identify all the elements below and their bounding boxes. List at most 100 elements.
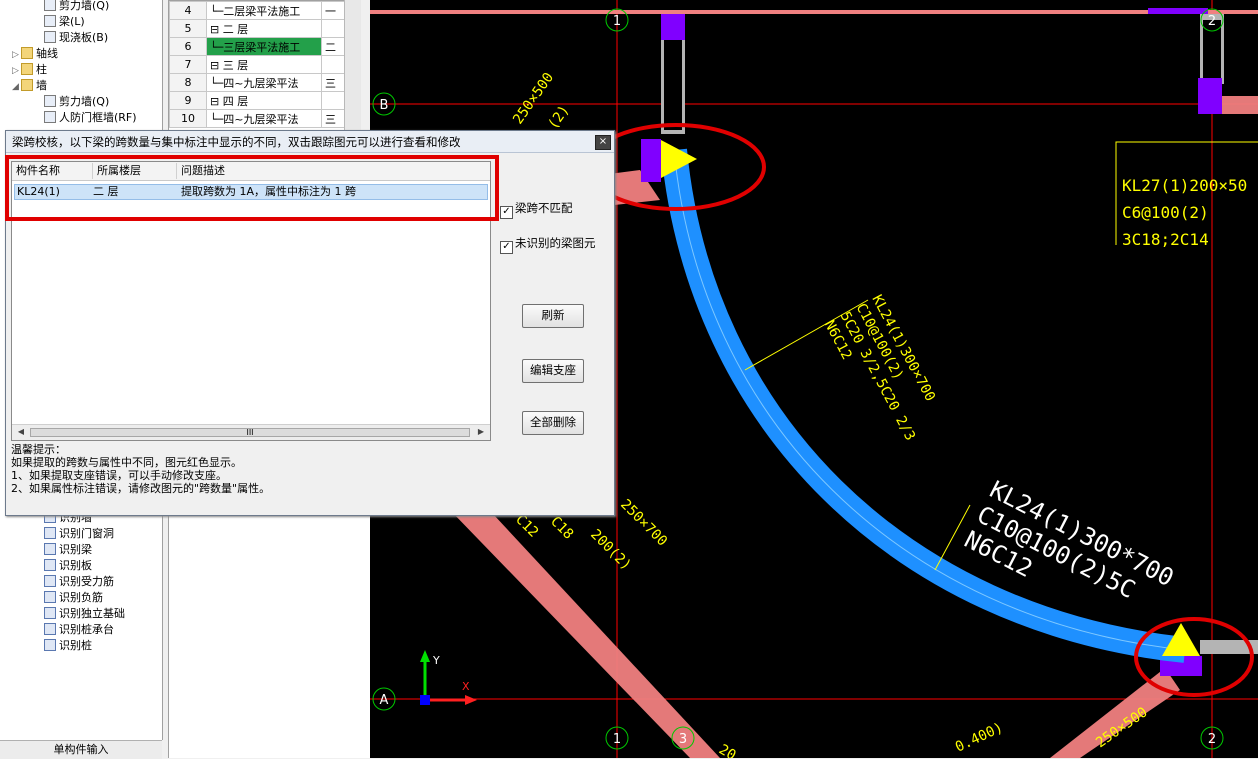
purple-strip: [1148, 8, 1208, 14]
floor-cell-col: 三: [321, 73, 345, 92]
floor-cell-num: 10: [169, 109, 207, 128]
floor-cell-name: └─二层梁平法施工: [206, 1, 322, 20]
span-mismatch-label: 梁跨不匹配: [515, 201, 573, 215]
floor-cell-num: 9: [169, 91, 207, 110]
floor-cell-num: 7: [169, 55, 207, 74]
folder-icon: [21, 47, 33, 59]
refresh-button[interactable]: 刷新: [522, 304, 584, 328]
recognize-tool-icon: [44, 639, 56, 651]
tree-label: 识别门窗洞: [59, 527, 114, 540]
floor-cell-name: ⊟ 四 层: [206, 91, 322, 110]
scrollbar-thumb[interactable]: III: [30, 428, 470, 437]
beam-stirrup-text-2: 200(2): [587, 527, 634, 574]
floor-row[interactable]: 9 ⊟ 四 层: [169, 91, 345, 110]
floor-row[interactable]: 10 └─四~九层梁平法三: [169, 109, 345, 128]
beam-stirrup-text-1: (2): [545, 102, 573, 132]
recognize-tool-icon: [44, 527, 56, 539]
tree-label: 识别独立基础: [59, 607, 125, 620]
edit-support-button[interactable]: 编辑支座: [522, 359, 584, 383]
floor-cell-num: 5: [169, 19, 207, 38]
floor-list-scrollbar[interactable]: [344, 0, 361, 130]
tree-label: 墙: [36, 79, 47, 92]
tree-tool-item[interactable]: 识别梁: [44, 542, 92, 558]
floor-cell-name: ⊟ 二 层: [206, 19, 322, 38]
floor-cell-num: 8: [169, 73, 207, 92]
tree-label: 轴线: [36, 47, 58, 60]
floor-row[interactable]: 6 └─三层梁平法施工二: [169, 37, 345, 56]
grid-label-3: 3: [679, 732, 687, 747]
beam-rebar-text-2: C18: [547, 514, 576, 543]
expand-toggle-icon[interactable]: ◢: [12, 79, 21, 95]
span-mismatch-checkbox[interactable]: ✓ 梁跨不匹配: [500, 200, 573, 219]
expand-toggle-icon[interactable]: ▷: [12, 47, 21, 63]
tree-node[interactable]: 梁(L): [44, 14, 85, 30]
tree-tool-item[interactable]: 识别桩承台: [44, 622, 114, 638]
tree-folder[interactable]: ▷ 轴线: [12, 46, 58, 62]
beam-size-text-2: 250×700: [617, 497, 670, 550]
tree-folder[interactable]: ▷ 柱: [12, 62, 47, 78]
tree-label: 识别梁: [59, 543, 92, 556]
floor-row[interactable]: 8 └─四~九层梁平法三: [169, 73, 345, 92]
single-component-input-tab[interactable]: 单构件输入: [0, 740, 162, 759]
folder-icon: [21, 79, 33, 91]
pink-beam-lower-right: [1050, 668, 1180, 758]
tree-node[interactable]: 剪力墙(Q): [44, 0, 109, 14]
ucs-axis-icon: Y X: [420, 650, 477, 705]
floor-cell-col: [321, 19, 345, 38]
floor-cell-name: └─四~九层梁平法: [206, 109, 322, 128]
kl27-label: KL27(1)200×50: [1122, 176, 1247, 195]
svg-text:Y: Y: [432, 654, 440, 667]
tree-label: 识别桩: [59, 639, 92, 652]
floor-cell-col: 二: [321, 37, 345, 56]
unrecognized-beam-checkbox[interactable]: ✓ 未识别的梁图元: [500, 235, 596, 254]
tree-tool-item[interactable]: 识别板: [44, 558, 92, 574]
delete-all-button[interactable]: 全部删除: [522, 411, 584, 435]
close-icon[interactable]: ×: [595, 135, 611, 150]
horizontal-scrollbar[interactable]: ◀ III ▶: [12, 424, 490, 440]
grid-label-1-top: 1: [613, 14, 621, 29]
kl27-stirrup: C6@100(2): [1122, 203, 1209, 222]
floor-cell-col: 三: [321, 109, 345, 128]
tree-tool-item[interactable]: 识别负筋: [44, 590, 103, 606]
floor-row[interactable]: 4 └─二层梁平法施工一: [169, 1, 345, 20]
tree-label: 识别负筋: [59, 591, 103, 604]
tree-node[interactable]: 人防门框墙(RF): [44, 110, 137, 126]
tree-label: 识别板: [59, 559, 92, 572]
recognize-tool-icon: [44, 607, 56, 619]
floor-cell-name: └─四~九层梁平法: [206, 73, 322, 92]
tree-label: 人防门框墙(RF): [59, 111, 137, 124]
highlight-box: [5, 155, 499, 221]
tree-tool-item[interactable]: 识别桩: [44, 638, 92, 654]
tips-line: 1、如果提取支座错误，可以手动修改支座。: [11, 469, 227, 482]
tree-node[interactable]: 现浇板(B): [44, 30, 108, 46]
tips-line: 如果提取的跨数与属性中不同，图元红色显示。: [11, 456, 242, 469]
tree-label: 梁(L): [59, 15, 85, 28]
floor-cell-num: 4: [169, 1, 207, 20]
recognize-tool-icon: [44, 543, 56, 555]
tips-line: 2、如果属性标注错误，请修改图元的"跨数量"属性。: [11, 482, 271, 495]
grid-label-b: B: [380, 98, 389, 113]
scroll-right-icon[interactable]: ▶: [474, 426, 488, 438]
tree-tool-item[interactable]: 识别独立基础: [44, 606, 125, 622]
tree-tool-item[interactable]: 识别受力筋: [44, 574, 114, 590]
grid-label-a: A: [380, 693, 389, 708]
floor-row[interactable]: 7 ⊟ 三 层: [169, 55, 345, 74]
floor-cell-num: 6: [169, 37, 207, 56]
floor-cell-col: 一: [321, 1, 345, 20]
component-icon: [44, 95, 56, 107]
floor-row[interactable]: 5 ⊟ 二 层: [169, 19, 345, 38]
tree-node[interactable]: 剪力墙(Q): [44, 94, 109, 110]
tree-folder[interactable]: ◢ 墙: [12, 78, 47, 94]
recognize-tool-icon: [44, 591, 56, 603]
recognize-tool-icon: [44, 623, 56, 635]
component-icon: [44, 111, 56, 123]
tree-label: 柱: [36, 63, 47, 76]
component-icon: [44, 15, 56, 27]
floor-panel-blank: [168, 515, 371, 758]
expand-toggle-icon[interactable]: ▷: [12, 63, 21, 79]
svg-text:X: X: [462, 680, 470, 693]
floor-cell-col: [321, 91, 345, 110]
scroll-left-icon[interactable]: ◀: [14, 426, 28, 438]
tree-tool-item[interactable]: 识别门窗洞: [44, 526, 114, 542]
dialog-title: 梁跨校核，以下梁的跨数量与集中标注中显示的不同，双击跟踪图元可以进行查看和修改: [6, 131, 614, 153]
